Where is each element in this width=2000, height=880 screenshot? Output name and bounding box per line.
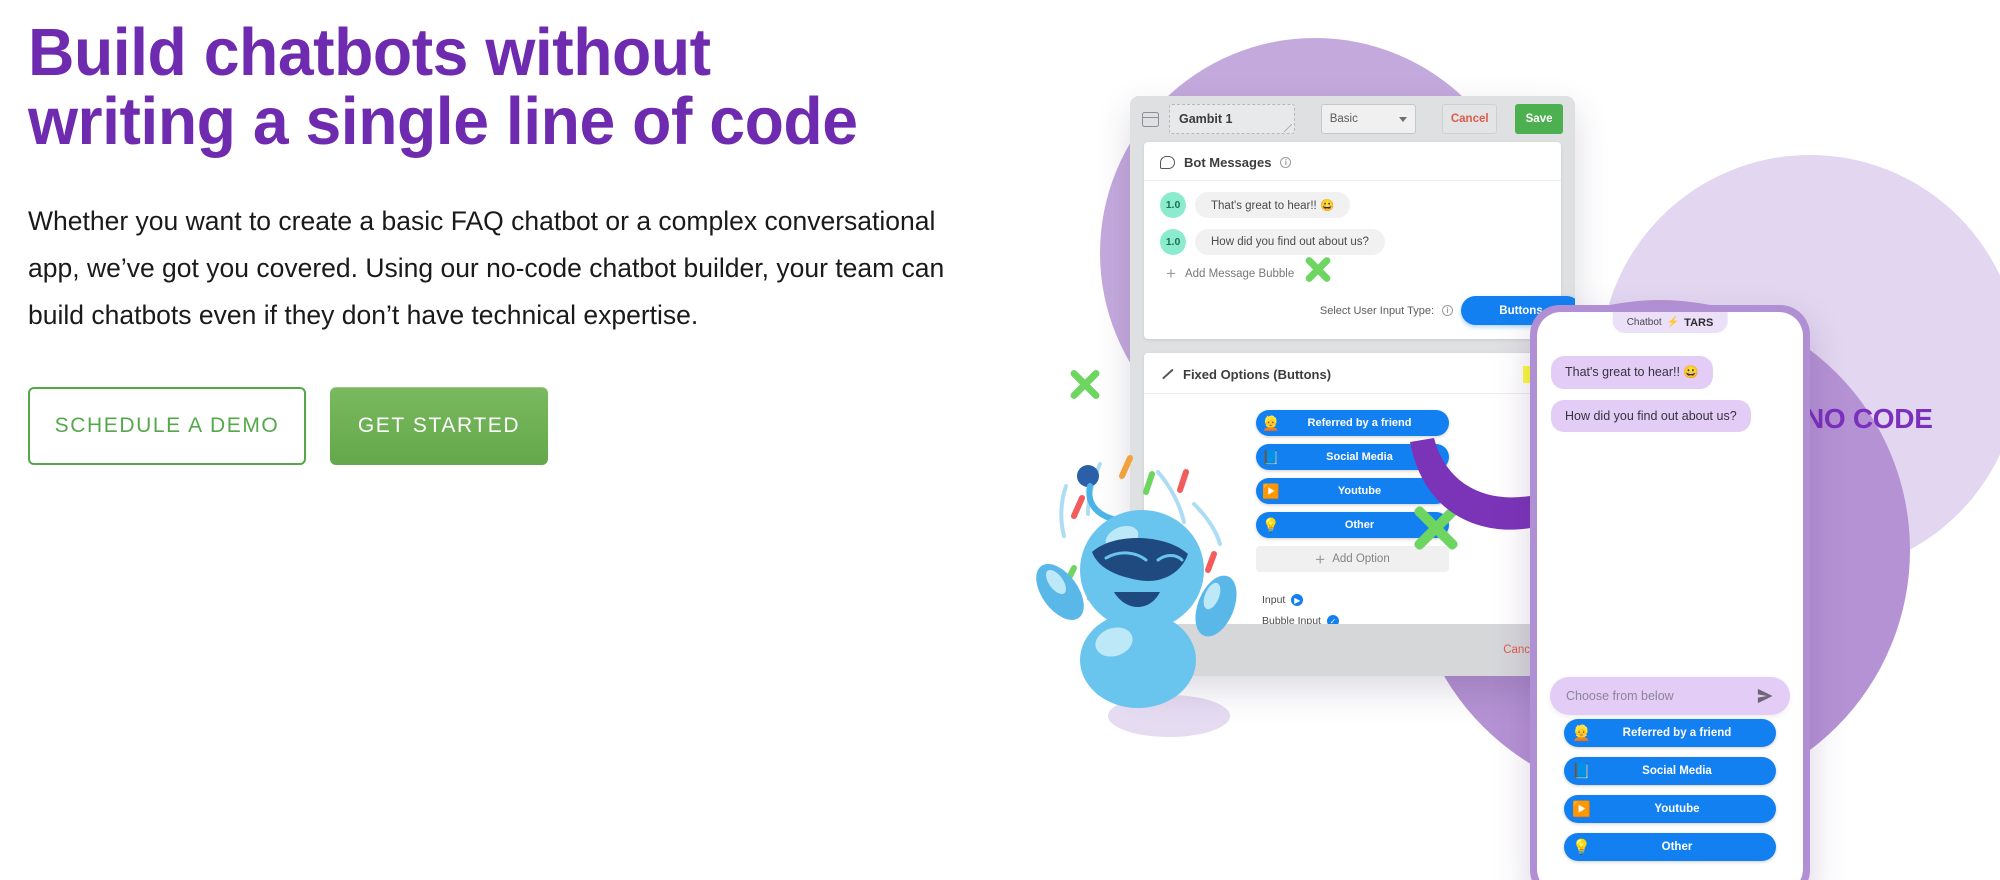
mode-select-value: Basic [1329, 113, 1358, 125]
cta-button-row: SCHEDULE A DEMO GET STARTED [28, 387, 968, 466]
decorative-x-icon [1302, 253, 1334, 285]
option-emoji-icon: 📘 [1572, 762, 1591, 780]
bot-message-bubble[interactable]: That's great to hear!! 😀 [1195, 192, 1351, 218]
plus-icon: + [1166, 264, 1176, 283]
builder-cancel-button[interactable]: Cancel [1442, 104, 1498, 134]
hero-subtitle: Whether you want to create a basic FAQ c… [28, 206, 945, 331]
message-version-badge: 1.0 [1160, 229, 1186, 255]
hero-copy-column: Build chatbots without writing a single … [28, 15, 968, 466]
input-type-row: Select User Input Type: i Buttons [1144, 282, 1575, 339]
bot-messages-header: Bot Messages i [1144, 142, 1561, 181]
option-button[interactable]: 💡 Other [1564, 833, 1776, 861]
lightning-icon: ⚡ [1666, 317, 1680, 328]
gambit-name-input[interactable]: Gambit 1 [1169, 104, 1295, 134]
fixed-options-header: Fixed Options (Buttons) ✓ [1144, 353, 1561, 394]
mode-select[interactable]: Basic [1320, 104, 1417, 134]
bot-message-row: 1.0 How did you find out about us? [1144, 229, 1561, 255]
hero-section: Build chatbots without writing a single … [0, 0, 2000, 880]
option-button[interactable]: 📘 Social Media [1564, 757, 1776, 785]
add-message-bubble-label: Add Message Bubble [1184, 267, 1295, 280]
chat-message-bubble: How did you find out about us? [1551, 400, 1751, 432]
add-option-label: Add Option [1332, 553, 1390, 565]
page-title: Build chatbots without writing a single … [28, 15, 858, 159]
option-label: Other [1661, 841, 1693, 853]
phone-preview: Chatbot ⚡ TARS That's great to hear!! 😀 … [1530, 305, 1810, 880]
bot-messages-card: Bot Messages i 1.0 That's great to hear!… [1144, 142, 1575, 339]
chat-input-placeholder: Choose from below [1566, 689, 1674, 703]
message-version-badge: 1.0 [1160, 192, 1186, 218]
chat-input-field[interactable]: Choose from below [1550, 677, 1790, 715]
brand-name: TARS [1684, 316, 1714, 329]
chevron-down-icon [1399, 116, 1408, 122]
option-label: Referred by a friend [1622, 727, 1732, 739]
bot-message-bubble[interactable]: How did you find out about us? [1195, 229, 1385, 255]
no-code-label: NO CODE [1804, 403, 1933, 434]
decorative-x-icon [1066, 365, 1104, 403]
info-icon[interactable]: i [1280, 157, 1292, 168]
option-emoji-icon: 💡 [1572, 838, 1591, 856]
chatbot-label: Chatbot [1626, 317, 1662, 328]
schedule-demo-button[interactable]: SCHEDULE A DEMO [28, 387, 306, 466]
speech-bubble-icon [1160, 156, 1175, 169]
product-illustration: Gambit 1 Basic Cancel Save Bot Messages … [1020, 0, 2000, 880]
panel-icon [1142, 111, 1159, 127]
send-icon[interactable] [1756, 687, 1774, 705]
phone-option-list: 👱 Referred by a friend 📘 Social Media ▶️… [1537, 719, 1803, 871]
option-label: Youtube [1654, 803, 1700, 815]
pencil-icon [1160, 368, 1174, 382]
builder-save-button[interactable]: Save [1515, 104, 1563, 134]
option-emoji-icon: ▶️ [1572, 800, 1591, 818]
option-label: Social Media [1642, 765, 1712, 777]
bot-messages-title: Bot Messages [1184, 155, 1272, 170]
option-emoji-icon: 👱 [1572, 724, 1591, 742]
builder-toolbar: Gambit 1 Basic Cancel Save [1130, 96, 1575, 142]
option-button[interactable]: ▶️ Youtube [1564, 795, 1776, 823]
option-button[interactable]: 👱 Referred by a friend [1564, 719, 1776, 747]
robot-mascot-illustration [1030, 420, 1330, 720]
chatbot-brand-badge: Chatbot ⚡ TARS [1612, 312, 1728, 333]
phone-screen: Chatbot ⚡ TARS That's great to hear!! 😀 … [1537, 312, 1803, 880]
bot-message-row: 1.0 That's great to hear!! 😀 [1144, 192, 1561, 218]
fixed-options-title: Fixed Options (Buttons) [1183, 367, 1332, 382]
add-message-bubble-button[interactable]: + Add Message Bubble [1144, 255, 1561, 282]
get-started-button[interactable]: GET STARTED [330, 387, 548, 466]
info-icon[interactable]: i [1442, 305, 1453, 316]
input-type-label: Select User Input Type: [1319, 304, 1434, 317]
chat-message-bubble: That's great to hear!! 😀 [1551, 356, 1713, 389]
